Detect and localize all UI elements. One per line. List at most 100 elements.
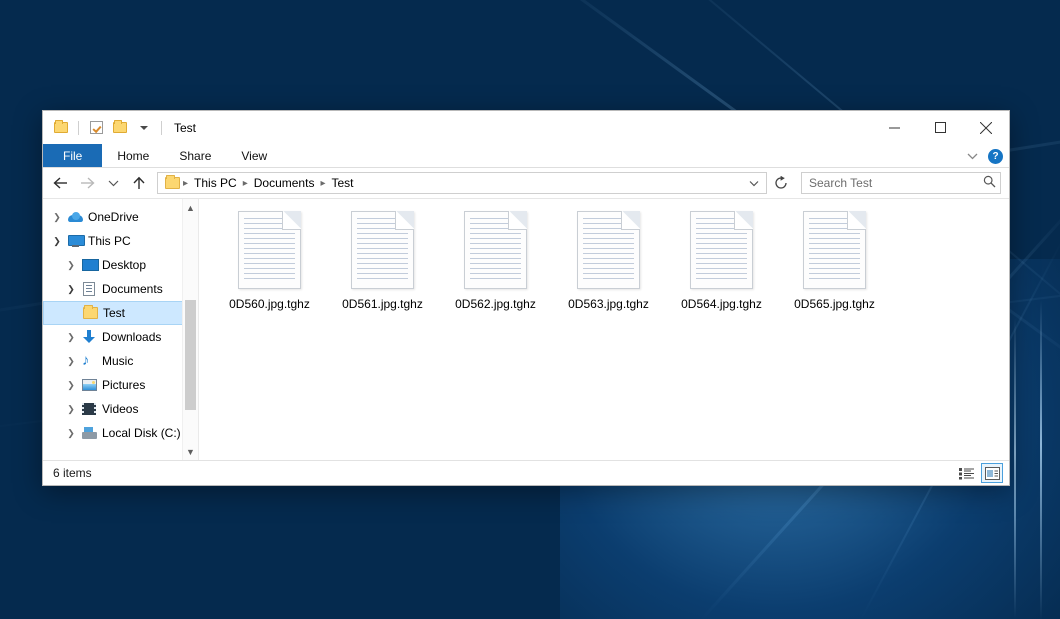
file-explorer-window: Test File Home Share View [42, 110, 1010, 486]
back-button[interactable] [49, 171, 73, 195]
chevron-right-icon[interactable]: ❯ [63, 260, 79, 271]
chevron-down-icon[interactable] [744, 173, 764, 193]
sidebar-item-label: OneDrive [85, 210, 139, 224]
maximize-button[interactable] [917, 111, 963, 144]
address-tools [744, 173, 764, 193]
details-view-icon[interactable] [955, 463, 977, 483]
scroll-down-icon[interactable]: ▼ [183, 443, 199, 460]
chevron-down-icon[interactable] [967, 149, 978, 163]
file-item[interactable]: 0D562.jpg.tghz [439, 207, 552, 325]
ribbon-right-controls: ? [967, 144, 1003, 168]
sidebar-item-local-disk-c[interactable]: ❯ Local Disk (C:) [43, 421, 198, 445]
sidebar-item-onedrive[interactable]: ❯ OneDrive [43, 205, 198, 229]
breadcrumb-this-pc[interactable]: This PC [189, 176, 242, 190]
file-item[interactable]: 0D560.jpg.tghz [213, 207, 326, 325]
sidebar-item-label: Music [99, 354, 133, 368]
monitor-icon [65, 235, 85, 247]
sidebar-item-label: Documents [99, 282, 163, 296]
file-name: 0D561.jpg.tghz [342, 297, 423, 311]
breadcrumb: ▸ This PC ▸ Documents ▸ Test [182, 176, 744, 190]
forward-button[interactable] [75, 171, 99, 195]
file-item[interactable]: 0D561.jpg.tghz [326, 207, 439, 325]
folder-icon[interactable] [51, 118, 71, 138]
scrollbar-track[interactable] [183, 216, 199, 443]
generic-file-icon [464, 211, 527, 289]
file-item[interactable]: 0D564.jpg.tghz [665, 207, 778, 325]
navigation-list: ❯ OneDrive ❯ This PC ❯ Desktop [43, 199, 198, 445]
chevron-right-icon[interactable]: ❯ [63, 404, 79, 415]
breadcrumb-documents[interactable]: Documents [249, 176, 320, 190]
tab-share[interactable]: Share [164, 144, 226, 167]
file-name: 0D563.jpg.tghz [568, 297, 649, 311]
tab-home[interactable]: Home [102, 144, 164, 167]
item-count-label: 6 items [53, 466, 92, 480]
sidebar-item-pictures[interactable]: ❯ Pictures [43, 373, 198, 397]
tab-file[interactable]: File [43, 144, 102, 167]
sidebar-item-label: Pictures [99, 378, 145, 392]
sidebar-item-videos[interactable]: ❯ Videos [43, 397, 198, 421]
file-item[interactable]: 0D565.jpg.tghz [778, 207, 891, 325]
sidebar-item-test[interactable]: Test [43, 301, 198, 325]
chevron-down-icon[interactable]: ❯ [63, 284, 79, 295]
qat-separator [161, 121, 162, 135]
scrollbar-thumb[interactable] [185, 300, 196, 410]
search-icon[interactable] [983, 175, 996, 191]
sidebar-item-this-pc[interactable]: ❯ This PC [43, 229, 198, 253]
sidebar-item-music[interactable]: ❯ ♪ Music [43, 349, 198, 373]
recent-locations-icon[interactable] [101, 171, 125, 195]
music-icon: ♪ [79, 354, 99, 368]
sidebar-item-downloads[interactable]: ❯ Downloads [43, 325, 198, 349]
tab-view[interactable]: View [226, 144, 282, 167]
download-icon [79, 330, 99, 344]
generic-file-icon [238, 211, 301, 289]
window-controls [871, 111, 1009, 144]
large-icons-view-icon[interactable] [981, 463, 1003, 483]
sidebar-item-label: Local Disk (C:) [99, 426, 181, 440]
close-button[interactable] [963, 111, 1009, 144]
pictures-icon [79, 379, 99, 391]
sidebar-item-label: Desktop [99, 258, 146, 272]
chevron-right-icon[interactable]: ❯ [49, 212, 65, 223]
navigation-scrollbar[interactable]: ▲ ▼ [182, 199, 198, 460]
file-item[interactable]: 0D563.jpg.tghz [552, 207, 665, 325]
chevron-right-icon[interactable]: ❯ [63, 380, 79, 391]
breadcrumb-separator: ▸ [319, 178, 326, 189]
generic-file-icon [690, 211, 753, 289]
search-input[interactable]: Search Test [801, 172, 1001, 194]
new-folder-icon[interactable] [110, 118, 130, 138]
chevron-right-icon[interactable]: ❯ [63, 428, 79, 439]
help-icon[interactable]: ? [988, 149, 1003, 164]
desktop-icon [79, 259, 99, 271]
up-button[interactable] [127, 171, 151, 195]
window-title: Test [174, 121, 196, 135]
refresh-icon[interactable] [769, 171, 793, 195]
breadcrumb-test[interactable]: Test [326, 176, 358, 190]
window-body: ❯ OneDrive ❯ This PC ❯ Desktop [43, 198, 1009, 460]
disk-icon [79, 427, 99, 439]
minimize-button[interactable] [871, 111, 917, 144]
desktop: Test File Home Share View [0, 0, 1060, 619]
breadcrumb-separator: ▸ [242, 178, 249, 189]
sidebar-item-label: Videos [99, 402, 138, 416]
sidebar-item-desktop[interactable]: ❯ Desktop [43, 253, 198, 277]
chevron-right-icon[interactable]: ❯ [63, 356, 79, 367]
properties-icon[interactable] [86, 118, 106, 138]
scroll-up-icon[interactable]: ▲ [183, 199, 199, 216]
view-mode-buttons [955, 463, 1003, 483]
chevron-down-icon[interactable]: ❯ [49, 236, 65, 247]
sidebar-item-label: Test [100, 306, 125, 320]
sidebar-item-documents[interactable]: ❯ Documents [43, 277, 198, 301]
file-list-view[interactable]: 0D560.jpg.tghz 0D561.jpg.tghz 0D562.jpg.… [198, 199, 1009, 460]
generic-file-icon [351, 211, 414, 289]
folder-icon [80, 307, 100, 319]
address-field[interactable]: ▸ This PC ▸ Documents ▸ Test [157, 172, 767, 194]
navigation-pane: ❯ OneDrive ❯ This PC ❯ Desktop [43, 199, 198, 460]
chevron-right-icon[interactable]: ❯ [63, 332, 79, 343]
qat-separator [78, 121, 79, 135]
address-bar: ▸ This PC ▸ Documents ▸ Test [43, 168, 1009, 198]
generic-file-icon [803, 211, 866, 289]
file-name: 0D564.jpg.tghz [681, 297, 762, 311]
customize-qat-icon[interactable] [134, 118, 154, 138]
file-name: 0D562.jpg.tghz [455, 297, 536, 311]
ribbon-tabs: File Home Share View ? [43, 144, 1009, 168]
